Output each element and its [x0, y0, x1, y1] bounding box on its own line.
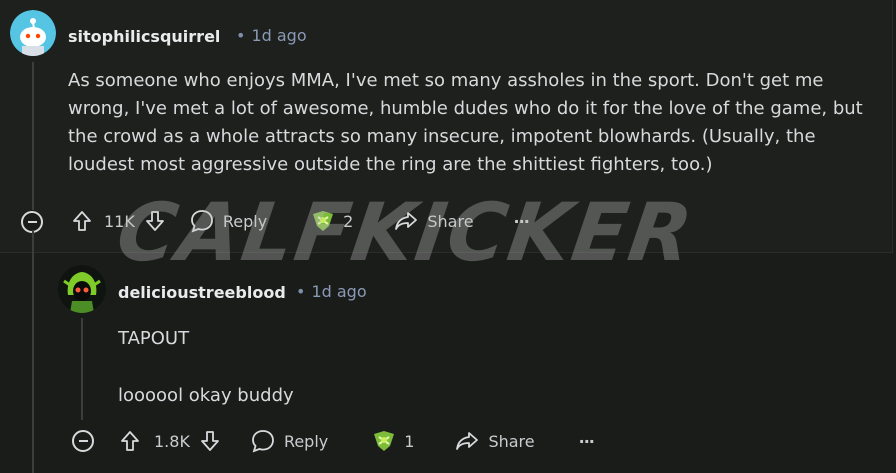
award-icon: [313, 211, 334, 231]
reply-label: Reply: [222, 211, 268, 231]
comment-author[interactable]: sitophilicsquirrel: [68, 27, 220, 46]
downvote-arrow-icon: [201, 431, 219, 451]
downvote-button[interactable]: [143, 209, 167, 233]
comment-body-line: loooool okay buddy: [118, 385, 294, 406]
upvote-arrow-icon: [121, 431, 139, 451]
vote-count: 11K: [104, 211, 135, 231]
time-text: 1d ago: [251, 26, 307, 45]
share-arrow-icon: [456, 432, 479, 450]
comment-body: As someone who enjoys MMA, I've met so m…: [68, 70, 863, 175]
thread-line: [32, 62, 34, 210]
upvote-arrow-icon: [73, 211, 91, 231]
avatar[interactable]: [10, 10, 56, 56]
comment-timestamp: • 1d ago: [236, 26, 307, 45]
more-options-icon: ···: [513, 211, 530, 231]
collapse-button[interactable]: [72, 430, 94, 452]
collapse-minus-icon: [27, 221, 37, 223]
share-label: Share: [427, 211, 474, 231]
more-options-icon: ···: [578, 431, 595, 451]
speech-bubble-icon: [252, 430, 274, 453]
reply-button[interactable]: Reply: [189, 208, 267, 234]
share-button[interactable]: Share: [454, 429, 535, 453]
award-icon: [374, 431, 395, 451]
upvote-button[interactable]: [118, 429, 142, 453]
comment-actions: 1.8K Reply 1 Share ···: [118, 428, 595, 454]
comment-timestamp: • 1d ago: [296, 282, 367, 301]
award-count: 1: [404, 431, 415, 451]
thread-line: [81, 318, 83, 420]
more-options-button[interactable]: ···: [513, 211, 530, 231]
comment-actions: 11K Reply 2 Share ···: [70, 208, 530, 234]
comment-body-line: TAPOUT: [118, 328, 190, 349]
time-text: 1d ago: [311, 282, 367, 301]
award-button[interactable]: 1: [370, 428, 414, 454]
thread-branch-line: [32, 230, 34, 473]
collapse-minus-icon: [78, 440, 88, 442]
share-button[interactable]: Share: [393, 209, 474, 233]
award-count: 2: [343, 211, 354, 231]
more-options-button[interactable]: ···: [578, 431, 595, 451]
award-button[interactable]: 2: [309, 208, 353, 234]
vote-count: 1.8K: [154, 431, 190, 451]
author-name[interactable]: delicioustreeblood: [118, 283, 286, 302]
share-arrow-icon: [395, 212, 418, 230]
reply-button[interactable]: Reply: [250, 428, 328, 454]
avatar[interactable]: [58, 265, 106, 313]
author-name[interactable]: sitophilicsquirrel: [68, 27, 220, 46]
speech-bubble-icon: [190, 210, 213, 233]
downvote-button[interactable]: [198, 429, 222, 453]
share-label: Share: [488, 431, 535, 451]
reply-label: Reply: [283, 431, 329, 451]
comment-author[interactable]: delicioustreeblood: [118, 283, 286, 302]
upvote-button[interactable]: [70, 209, 94, 233]
downvote-arrow-icon: [145, 211, 164, 231]
